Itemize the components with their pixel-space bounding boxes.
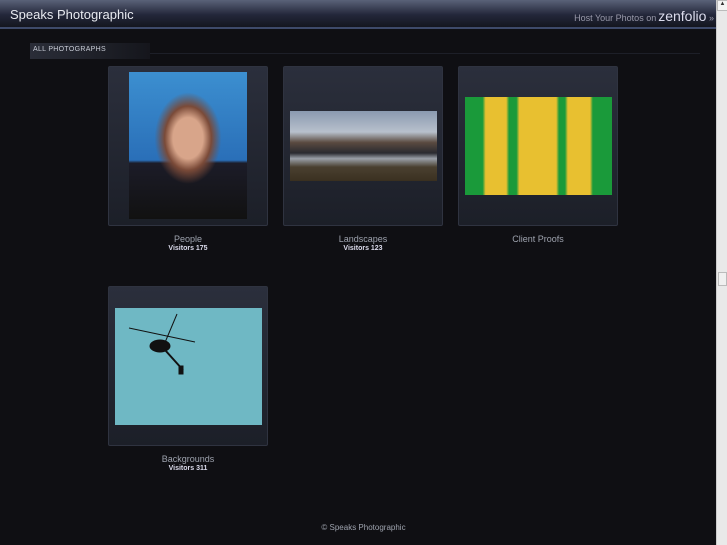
people-thumbnail[interactable] xyxy=(129,72,247,219)
gallery-card-people[interactable] xyxy=(108,66,268,226)
visitor-count: Visitors 175 xyxy=(168,245,208,252)
gallery-title[interactable]: Client Proofs xyxy=(458,234,618,244)
gallery-card-backgrounds[interactable] xyxy=(108,286,268,446)
backgrounds-thumbnail[interactable] xyxy=(115,308,262,425)
zenfolio-link[interactable]: Host Your Photos on zenfolio » xyxy=(574,8,714,24)
scrollbar-grip[interactable] xyxy=(718,272,727,286)
scroll-up-icon[interactable]: ▲ xyxy=(717,0,727,11)
site-header: Speaks Photographic Host Your Photos on z… xyxy=(0,0,716,29)
zenfolio-logo: zenfolio xyxy=(658,8,707,24)
helicopter-icon xyxy=(128,313,196,375)
host-text: Host Your Photos on xyxy=(574,13,657,23)
gallery-card-client-proofs[interactable] xyxy=(458,66,618,226)
client-proofs-thumbnail[interactable] xyxy=(465,97,612,195)
visitor-count: Visitors 123 xyxy=(343,245,383,252)
breadcrumb-all-photographs[interactable]: ALL PHOTOGRAPHS xyxy=(30,43,150,59)
site-title[interactable]: Speaks Photographic xyxy=(10,7,134,22)
breadcrumb: ALL PHOTOGRAPHS xyxy=(30,38,700,59)
vertical-scrollbar[interactable]: ▲ xyxy=(716,0,727,545)
landscapes-thumbnail[interactable] xyxy=(290,111,437,181)
visitor-count: Visitors 311 xyxy=(168,465,208,472)
footer-copyright: © Speaks Photographic xyxy=(321,523,406,532)
arrow-icon: » xyxy=(708,13,714,23)
gallery-title[interactable]: Landscapes xyxy=(283,234,443,244)
gallery-title[interactable]: Backgrounds xyxy=(108,454,268,464)
gallery-title[interactable]: People xyxy=(108,234,268,244)
gallery-card-landscapes[interactable] xyxy=(283,66,443,226)
